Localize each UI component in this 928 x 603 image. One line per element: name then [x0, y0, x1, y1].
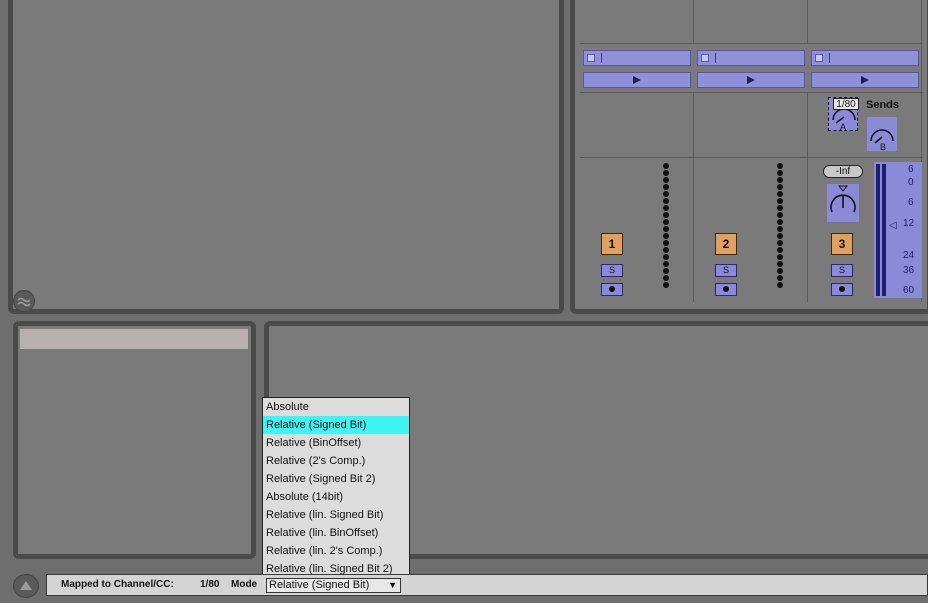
- column-divider: [807, 92, 808, 302]
- mode-option[interactable]: Relative (lin. BinOffset): [263, 524, 409, 542]
- pan-knob[interactable]: [827, 184, 859, 222]
- track-activator-2[interactable]: 2: [715, 233, 737, 255]
- play-icon: [633, 76, 641, 84]
- meter-scale-label: 0: [908, 177, 914, 188]
- mode-dropdown-menu: Absolute Relative (Signed Bit) Relative (B…: [262, 397, 410, 579]
- monitor-button-track-2[interactable]: [715, 283, 737, 296]
- mode-option[interactable]: Absolute (14bit): [263, 488, 409, 506]
- clip-slot-track-3[interactable]: [808, 0, 922, 44]
- status-bar: Mapped to Channel/CC: 1/80 Mode Relative…: [46, 574, 928, 596]
- level-meter-track-2: [777, 163, 783, 289]
- mode-label: Mode: [231, 579, 258, 590]
- solo-button-track-2[interactable]: S: [715, 264, 737, 277]
- mode-option[interactable]: Relative (Signed Bit 2): [263, 470, 409, 488]
- meter-scale-label: 36: [903, 265, 915, 276]
- mode-dropdown[interactable]: Relative (Signed Bit) ▼: [266, 578, 401, 593]
- clip-slot-track-2[interactable]: [694, 0, 808, 44]
- play-icon: [747, 76, 755, 84]
- level-meter-track-1: [663, 163, 669, 289]
- clip-launch-button-3[interactable]: [811, 72, 919, 88]
- sends-label: Sends: [866, 99, 900, 111]
- row-divider: [580, 157, 923, 158]
- meter-scale-label: 6: [908, 197, 914, 208]
- mode-option[interactable]: Absolute: [263, 398, 409, 416]
- mode-option[interactable]: Relative (BinOffset): [263, 434, 409, 452]
- row-divider: [580, 92, 923, 93]
- meter-scale-label: 24: [903, 250, 915, 261]
- clip-launch-button-2[interactable]: [697, 72, 805, 88]
- meter-scale-label: 12: [903, 218, 915, 229]
- monitor-button-track-1[interactable]: [601, 283, 623, 296]
- mapping-badge: 1/80: [833, 98, 859, 110]
- solo-button-track-3[interactable]: S: [831, 264, 853, 277]
- clip-bar-track-2[interactable]: [697, 50, 805, 66]
- mapped-value: 1/80: [200, 579, 220, 590]
- mapped-label: Mapped to Channel/CC:: [61, 579, 174, 590]
- solo-button-track-1[interactable]: S: [601, 264, 623, 277]
- column-divider: [693, 92, 694, 302]
- clip-bar-track-1[interactable]: [583, 50, 691, 66]
- volume-fader-marker[interactable]: ◁: [889, 220, 897, 231]
- clip-launch-button-1[interactable]: [583, 72, 691, 88]
- mode-option[interactable]: Relative (2's Comp.): [263, 452, 409, 470]
- mode-option[interactable]: Relative (lin. Signed Bit): [263, 506, 409, 524]
- play-icon: [861, 76, 869, 84]
- chevron-down-icon: ▼: [388, 580, 397, 590]
- clip-slot-track-1[interactable]: [580, 0, 694, 44]
- mode-option[interactable]: Relative (Signed Bit): [263, 416, 409, 434]
- meter-scale-label: 6: [908, 164, 914, 175]
- track-activator-3[interactable]: 3: [831, 233, 853, 255]
- send-b-label: B: [880, 142, 887, 152]
- arm-button-track-3[interactable]: [831, 283, 853, 296]
- track-activator-1[interactable]: 1: [601, 233, 623, 255]
- top-left-view: [8, 0, 564, 314]
- mode-option[interactable]: Relative (lin. 2's Comp.): [263, 542, 409, 560]
- meter-scale-label: 60: [903, 285, 915, 296]
- clip-bar-track-3[interactable]: [811, 50, 919, 66]
- view-toggle-icon[interactable]: [13, 290, 35, 312]
- volume-readout[interactable]: -Inf: [823, 165, 863, 178]
- detail-toggle-icon[interactable]: [13, 574, 39, 598]
- info-view-header: [20, 329, 248, 349]
- mode-dropdown-value: Relative (Signed Bit): [269, 579, 370, 591]
- send-a-label: A: [840, 122, 847, 132]
- info-view: [13, 321, 256, 559]
